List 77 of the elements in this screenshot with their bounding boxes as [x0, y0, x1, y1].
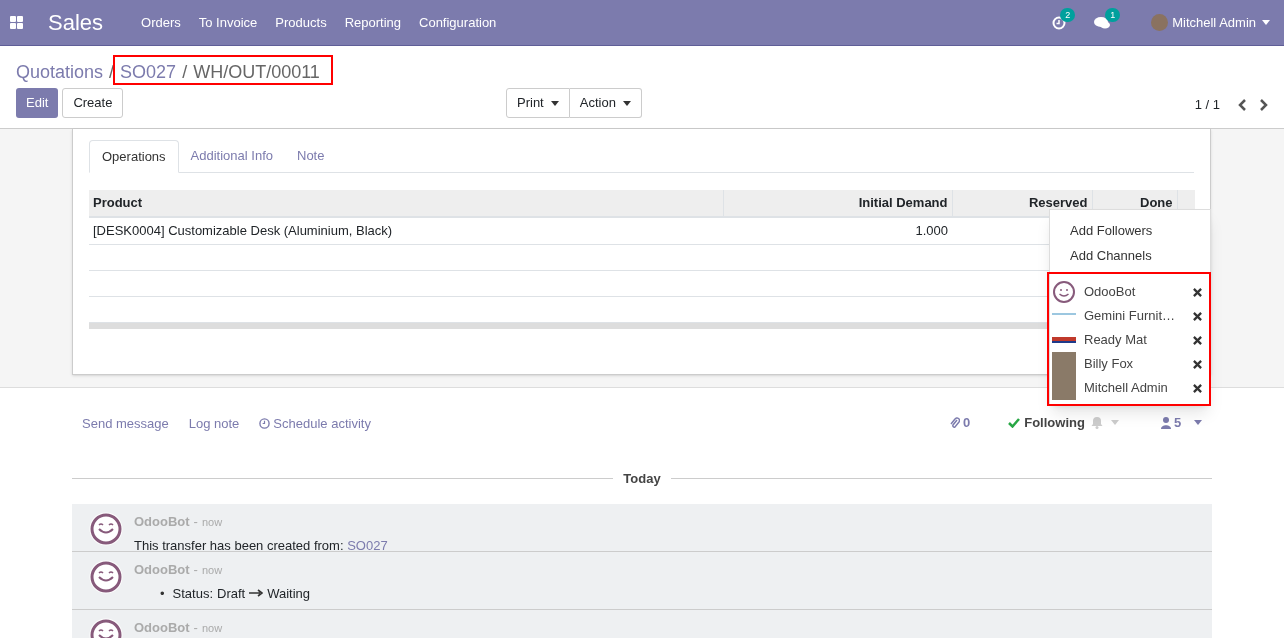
- message-time: now: [201, 621, 223, 636]
- user-menu[interactable]: Mitchell Admin: [1172, 12, 1270, 33]
- edit-button[interactable]: Edit: [16, 88, 59, 118]
- following-button[interactable]: Following: [1024, 413, 1085, 433]
- breadcrumb-link[interactable]: Quotations: [16, 59, 104, 86]
- message-time: now: [201, 515, 223, 530]
- column-header[interactable]: Initial Demand: [723, 190, 952, 217]
- table-cell: [DESK0004] Customizable Desk (Aluminium, Black): [89, 217, 723, 244]
- remove-icon[interactable]: [1193, 383, 1202, 393]
- menu-item[interactable]: Configuration: [419, 12, 497, 33]
- record-link[interactable]: SO027: [347, 537, 388, 553]
- arrow-icon: [249, 589, 264, 598]
- clock-icon[interactable]: [1052, 15, 1067, 30]
- check-icon: [1008, 417, 1021, 428]
- caret-icon: [550, 100, 559, 106]
- follower-name[interactable]: Gemini Furnit…: [1084, 306, 1176, 326]
- follower-name[interactable]: OdooBot: [1084, 282, 1136, 302]
- menu-item[interactable]: Orders: [141, 12, 181, 33]
- caret-icon: [1262, 20, 1270, 25]
- dropdown-button[interactable]: Action: [569, 88, 642, 118]
- message-time: now: [201, 563, 223, 578]
- remove-icon[interactable]: [1193, 287, 1202, 297]
- company-logo: [1052, 337, 1076, 343]
- date-divider-label: Today: [623, 470, 661, 488]
- attachment-count[interactable]: 0: [963, 413, 971, 433]
- dash: -: [193, 513, 198, 531]
- menu-item[interactable]: Products: [275, 12, 327, 33]
- dash: -: [193, 561, 198, 579]
- pager-value: 1 / 1: [1194, 96, 1220, 114]
- follower-name[interactable]: Billy Fox: [1084, 354, 1134, 374]
- caret-icon[interactable]: [1194, 420, 1203, 426]
- photo-placeholder: [1052, 352, 1076, 376]
- paperclip-icon[interactable]: [950, 416, 960, 429]
- tracking-field: Status:: [172, 583, 214, 603]
- remove-icon[interactable]: [1193, 311, 1202, 321]
- dropdown-button[interactable]: Print: [506, 88, 570, 118]
- message-count-badge: 1: [1105, 7, 1121, 22]
- previous-icon[interactable]: [1238, 98, 1247, 111]
- chat-icon[interactable]: [1094, 15, 1112, 30]
- chatter-action-link[interactable]: Send message: [82, 414, 169, 434]
- bullet: •: [160, 584, 165, 603]
- breadcrumb-separator: /: [182, 61, 188, 84]
- menu-item[interactable]: To Invoice: [198, 12, 258, 33]
- follower-name[interactable]: Ready Mat: [1084, 330, 1147, 350]
- app-name: Sales: [48, 9, 104, 37]
- breadcrumb-link[interactable]: SO027: [120, 59, 177, 86]
- table-cell: 1.000: [723, 217, 952, 244]
- tab[interactable]: Additional Info: [178, 140, 285, 172]
- smiley-avatar-icon: [89, 512, 123, 546]
- menu-item[interactable]: Add Followers: [1050, 218, 1210, 243]
- apps-menu-icon[interactable]: [10, 16, 23, 29]
- smiley-avatar-icon: [1053, 281, 1075, 303]
- dash: -: [193, 619, 198, 637]
- person-icon: [1160, 416, 1171, 429]
- smiley-avatar-icon: [89, 560, 123, 594]
- remove-icon[interactable]: [1193, 335, 1202, 345]
- create-button[interactable]: Create: [62, 88, 124, 118]
- follower-name[interactable]: Mitchell Admin: [1084, 378, 1168, 398]
- clock-icon: [259, 418, 271, 430]
- tracking-old-value: Draft: [217, 584, 246, 603]
- tab[interactable]: Note: [285, 140, 337, 172]
- menu-item[interactable]: Add Channels: [1050, 243, 1210, 268]
- chatter-action-link[interactable]: Log note: [188, 414, 240, 434]
- photo-placeholder: [1052, 376, 1076, 400]
- tracking-new-value: Waiting: [267, 584, 311, 603]
- user-avatar: [1151, 14, 1169, 31]
- chatter-action-link[interactable]: Schedule activity: [259, 414, 371, 434]
- breadcrumb-current[interactable]: WH/OUT/00011: [193, 59, 320, 86]
- message-text: This transfer has been created from: SO027: [134, 536, 388, 555]
- next-icon[interactable]: [1259, 98, 1268, 111]
- activity-count-badge: 2: [1060, 7, 1076, 22]
- menu-item[interactable]: Reporting: [344, 12, 401, 33]
- tab[interactable]: Operations: [89, 140, 179, 173]
- remove-icon[interactable]: [1193, 359, 1202, 369]
- column-header[interactable]: Product: [89, 190, 723, 217]
- caret-icon: [622, 100, 631, 106]
- followers-count[interactable]: 5: [1173, 413, 1182, 433]
